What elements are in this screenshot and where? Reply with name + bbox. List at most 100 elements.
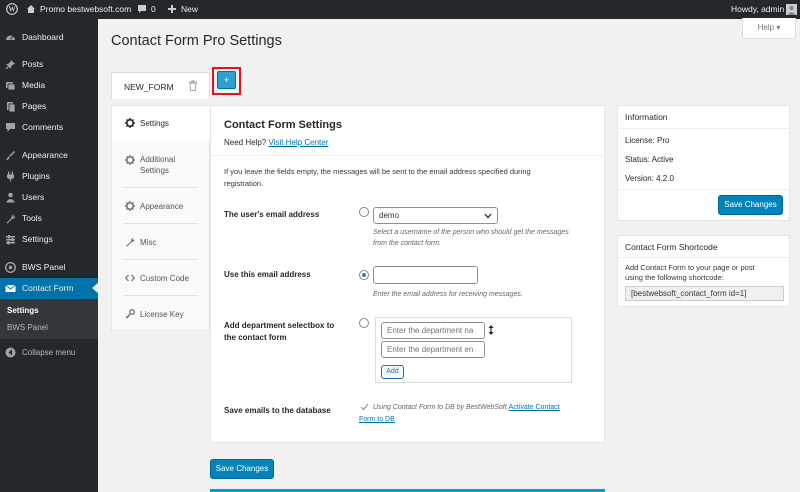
sidebar-item-label: Tools [22, 213, 42, 223]
section-heading: Contact Form Settings [224, 119, 342, 131]
information-title: Information [625, 112, 668, 122]
new-content-link[interactable]: New [181, 0, 198, 19]
card-divider [618, 128, 789, 129]
use-email-label: Use this email address [224, 270, 311, 279]
shortcode-desc: Add Contact Form to your page or post [625, 263, 755, 272]
admin-bar: W Promo bestwebsoft.com 0 New Howdy, adm… [0, 0, 800, 19]
sidebar-item-bws-panel[interactable]: BWS Panel [0, 257, 98, 278]
nav-item-label: Settings [140, 119, 169, 128]
settings-nav: Settings Additional Settings Appearance … [111, 105, 211, 331]
bws-icon [5, 262, 16, 273]
sidebar-item-users[interactable]: Users [0, 187, 98, 208]
activate-db-link[interactable]: Activate Contact [509, 404, 560, 411]
info-save-changes-button[interactable]: Save Changes [718, 195, 783, 215]
help-tab-button[interactable]: Help ▾ [742, 18, 796, 39]
sidebar-item-label: BWS Panel [22, 262, 66, 272]
activate-db-link-text[interactable]: Form to DB [359, 416, 395, 423]
code-icon [125, 274, 135, 282]
sidebar-item-contact-form[interactable]: Contact Form [0, 278, 98, 299]
sidebar-item-label: Settings [22, 234, 53, 244]
sidebar-item-label: Appearance [22, 150, 68, 160]
sidebar-item-label: Plugins [22, 171, 50, 181]
department-email-input[interactable]: Enter the department en [381, 341, 485, 358]
heading-divider [211, 155, 604, 156]
avatar[interactable] [786, 0, 797, 19]
sidebar-item-label: Users [22, 192, 45, 202]
sidebar-item-pages[interactable]: Pages [0, 96, 98, 117]
wrench-icon [6, 214, 16, 224]
use-email-desc: Enter the email address for receiving me… [373, 291, 523, 298]
page-title: Contact Form Pro Settings [111, 33, 282, 49]
sidebar-item-appearance[interactable]: Appearance [0, 145, 98, 166]
department-radio[interactable] [359, 318, 369, 328]
collapse-menu-label: Collapse menu [22, 348, 76, 357]
save-changes-button[interactable]: Save Changes [210, 459, 274, 479]
version-text: Version: 4.2.0 [625, 174, 674, 183]
media-icon [6, 82, 16, 91]
collapse-menu-button[interactable]: Collapse menu [0, 342, 98, 363]
shortcode-value-box[interactable]: [bestwebsoft_contact_form id=1] [625, 286, 784, 301]
svg-text:W: W [9, 6, 16, 14]
form-tab[interactable]: NEW_FORM [111, 72, 210, 99]
trash-icon[interactable] [188, 80, 198, 91]
nav-item-label: Appearance [140, 202, 184, 211]
save-db-desc: Using Contact Form to DB by BestWebSoft … [373, 403, 560, 413]
user-email-desc-line2: from the contact form. [373, 240, 442, 247]
add-form-button[interactable]: + [217, 71, 236, 89]
comments-icon[interactable] [137, 0, 147, 19]
site-name-link[interactable]: Promo bestwebsoft.com [40, 0, 131, 19]
activate-db-link-line2[interactable]: Form to DB [359, 415, 395, 425]
plus-icon[interactable] [167, 0, 177, 19]
nav-item-label: Custom Code [140, 274, 189, 283]
sidebar-item-tools[interactable]: Tools [0, 208, 98, 229]
chevron-down-icon [484, 213, 492, 219]
wordpress-logo-icon[interactable]: W [6, 0, 18, 19]
user-select[interactable]: demo [373, 207, 498, 224]
sidebar-item-label: Media [22, 80, 46, 90]
nav-divider [124, 187, 198, 188]
nav-item-label: Misc [140, 238, 157, 247]
comments-count[interactable]: 0 [151, 0, 156, 19]
submenu-item-settings[interactable]: Settings [7, 306, 39, 315]
help-center-link[interactable]: Visit Help Center [268, 138, 328, 147]
shortcode-card: Contact Form Shortcode Add Contact Form … [617, 235, 790, 307]
sidebar-item-dashboard[interactable]: Dashboard [0, 27, 98, 48]
user-select-value: demo [379, 211, 400, 220]
use-email-radio[interactable] [359, 270, 369, 280]
gear-icon [125, 201, 135, 211]
sidebar-item-label: Pages [22, 101, 47, 111]
howdy-link[interactable]: Howdy, admin [731, 0, 784, 19]
sidebar-item-settings[interactable]: Settings [0, 229, 98, 250]
add-department-button[interactable]: Add [381, 365, 404, 379]
sidebar-item-media[interactable]: Media [0, 75, 98, 96]
wrench-icon [126, 237, 135, 247]
nav-divider [124, 295, 198, 296]
status-text: Status: Active [625, 155, 674, 164]
sidebar-item-plugins[interactable]: Plugins [0, 166, 98, 187]
nav-divider [124, 223, 198, 224]
sidebar-item-comments[interactable]: Comments [0, 117, 98, 138]
form-tab-label: NEW_FORM [124, 82, 174, 92]
department-box: Enter the department na Enter the depart… [375, 317, 572, 383]
user-email-radio[interactable] [359, 207, 369, 217]
save-db-desc-text: Using Contact Form to DB by BestWebSoft [373, 404, 507, 411]
email-address-input[interactable] [373, 266, 478, 284]
dashboard-icon [6, 35, 15, 40]
shortcode-desc-line2: using the following shortcode: [625, 273, 724, 282]
save-db-label: Save emails to the database [224, 406, 331, 415]
need-help-label: Need Help? [224, 138, 267, 147]
submenu-item-bws-panel[interactable]: BWS Panel [7, 323, 48, 332]
checkmark-icon[interactable] [360, 403, 369, 411]
sort-handle-icon[interactable] [488, 325, 494, 335]
sidebar-item-label: Dashboard [22, 32, 64, 42]
nav-item-label: Additional [140, 155, 176, 164]
department-name-input[interactable]: Enter the department na [381, 322, 485, 339]
user-email-desc: Select a username of the person who shou… [373, 229, 569, 236]
sidebar-item-posts[interactable]: Posts [0, 54, 98, 75]
site-home-icon[interactable] [26, 0, 36, 19]
users-icon [6, 192, 15, 203]
nav-divider [124, 259, 198, 260]
sidebar-item-label: Posts [22, 59, 44, 69]
nav-item-label: License Key [140, 310, 184, 319]
card-divider [618, 189, 789, 190]
